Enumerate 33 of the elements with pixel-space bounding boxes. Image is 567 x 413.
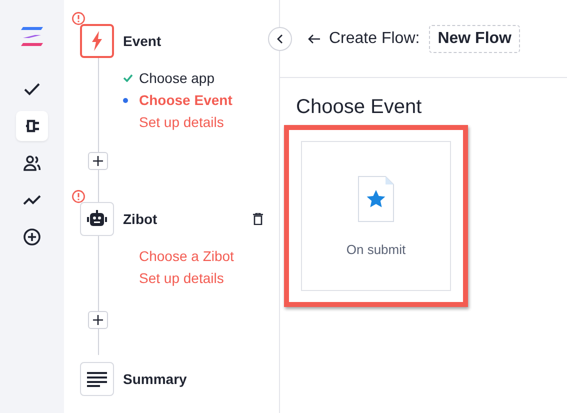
chevron-left-icon	[277, 34, 283, 44]
check-icon	[123, 74, 133, 82]
step-title: Zibot	[123, 211, 158, 227]
plug-icon	[23, 119, 41, 133]
substep-link[interactable]: Choose a Zibot	[139, 248, 234, 264]
add-step-button[interactable]	[88, 152, 108, 170]
substep-link[interactable]: Set up details	[139, 270, 224, 286]
lightning-icon	[91, 31, 103, 51]
back-arrow-icon[interactable]	[308, 34, 320, 44]
add-icon	[23, 228, 41, 246]
logo-icon[interactable]	[20, 26, 44, 48]
add-step-button[interactable]	[88, 311, 108, 329]
step-title: Summary	[123, 371, 188, 387]
robot-icon	[87, 210, 107, 228]
nav-item[interactable]	[16, 111, 48, 141]
collapse-button[interactable]	[268, 27, 292, 51]
users-icon	[23, 154, 41, 172]
substep-link[interactable]: Choose Event	[139, 92, 232, 108]
trash-icon[interactable]	[253, 213, 263, 225]
trend-icon	[23, 194, 41, 206]
step-title: Event	[123, 33, 162, 49]
dot-icon	[123, 98, 128, 102]
section-title: Choose Event	[296, 96, 423, 119]
text-lines-icon	[87, 372, 107, 386]
event-card[interactable]: On submit	[301, 141, 451, 291]
substep-link[interactable]: Choose app	[139, 70, 215, 86]
flow-name-field[interactable]: New Flow	[428, 24, 520, 52]
plus-icon	[93, 156, 103, 166]
substep-link[interactable]: Set up details	[139, 114, 224, 130]
starred-document-icon	[358, 176, 394, 222]
page-title: Create Flow:	[329, 30, 420, 48]
event-label: On submit	[346, 242, 406, 257]
plus-icon	[93, 315, 103, 325]
